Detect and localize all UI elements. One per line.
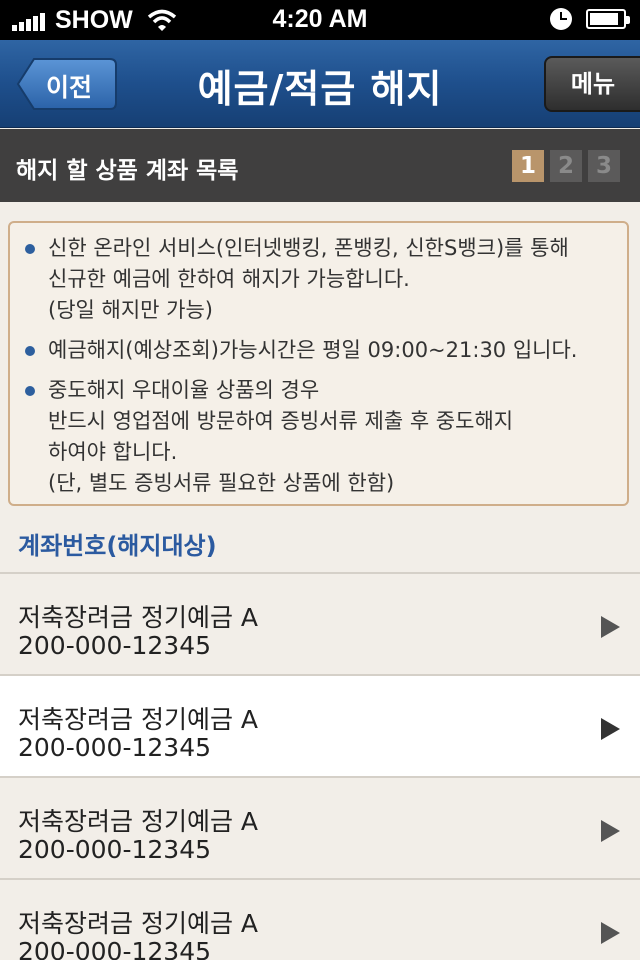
back-button-label: 이전 xyxy=(46,73,93,102)
notice-box: 신한 온라인 서비스(인터넷뱅킹, 폰뱅킹, 신한S뱅크)를 통해 신규한 예금… xyxy=(8,221,629,506)
account-number: 200-000-12345 xyxy=(18,631,212,660)
status-bar: SHOW 4:20 AM xyxy=(0,0,640,40)
account-name: 저축장려금 정기예금 A xyxy=(18,909,258,938)
section-title: 해지 할 상품 계좌 목록 xyxy=(16,158,239,184)
nav-bar: 이전 예금/적금 해지 메뉴 xyxy=(0,40,640,128)
menu-button[interactable]: 메뉴 xyxy=(544,56,640,112)
account-name: 저축장려금 정기예금 A xyxy=(18,807,258,836)
notice-item: 신한 온라인 서비스(인터넷뱅킹, 폰뱅킹, 신한S뱅크)를 통해 신규한 예금… xyxy=(22,233,615,326)
account-row[interactable]: 저축장려금 정기예금 A 200-000-12345 xyxy=(0,572,640,674)
step-3: 3 xyxy=(588,150,620,182)
chevron-right-icon xyxy=(601,820,620,842)
page-title: 예금/적금 해지 xyxy=(197,67,443,111)
step-1: 1 xyxy=(512,150,544,182)
notice-item: 예금해지(예상조회)가능시간은 평일 09:00~21:30 입니다. xyxy=(22,335,615,366)
back-button[interactable]: 이전 xyxy=(16,57,118,111)
account-number: 200-000-12345 xyxy=(18,937,212,960)
chevron-right-icon xyxy=(601,616,620,638)
account-row[interactable]: 저축장려금 정기예금 A 200-000-12345 xyxy=(0,776,640,878)
account-name: 저축장려금 정기예금 A xyxy=(18,705,258,734)
account-row[interactable]: 저축장려금 정기예금 A 200-000-12345 xyxy=(0,878,640,960)
account-list: 저축장려금 정기예금 A 200-000-12345 저축장려금 정기예금 A … xyxy=(0,572,640,960)
section-header: 해지 할 상품 계좌 목록 1 2 3 xyxy=(0,129,640,202)
step-2: 2 xyxy=(550,150,582,182)
account-name: 저축장려금 정기예금 A xyxy=(18,603,258,632)
account-row[interactable]: 저축장려금 정기예금 A 200-000-12345 xyxy=(0,674,640,776)
account-list-label: 계좌번호(해지대상) xyxy=(18,532,217,560)
account-number: 200-000-12345 xyxy=(18,733,212,762)
chevron-right-icon xyxy=(601,718,620,740)
battery-icon xyxy=(586,9,630,29)
step-indicator: 1 2 3 xyxy=(506,150,620,182)
clock-icon xyxy=(550,8,572,30)
chevron-right-icon xyxy=(601,922,620,944)
account-number: 200-000-12345 xyxy=(18,835,212,864)
status-time: 4:20 AM xyxy=(272,5,368,33)
notice-item: 중도해지 우대이율 상품의 경우 반드시 영업점에 방문하여 증빙서류 제출 후… xyxy=(22,375,615,499)
